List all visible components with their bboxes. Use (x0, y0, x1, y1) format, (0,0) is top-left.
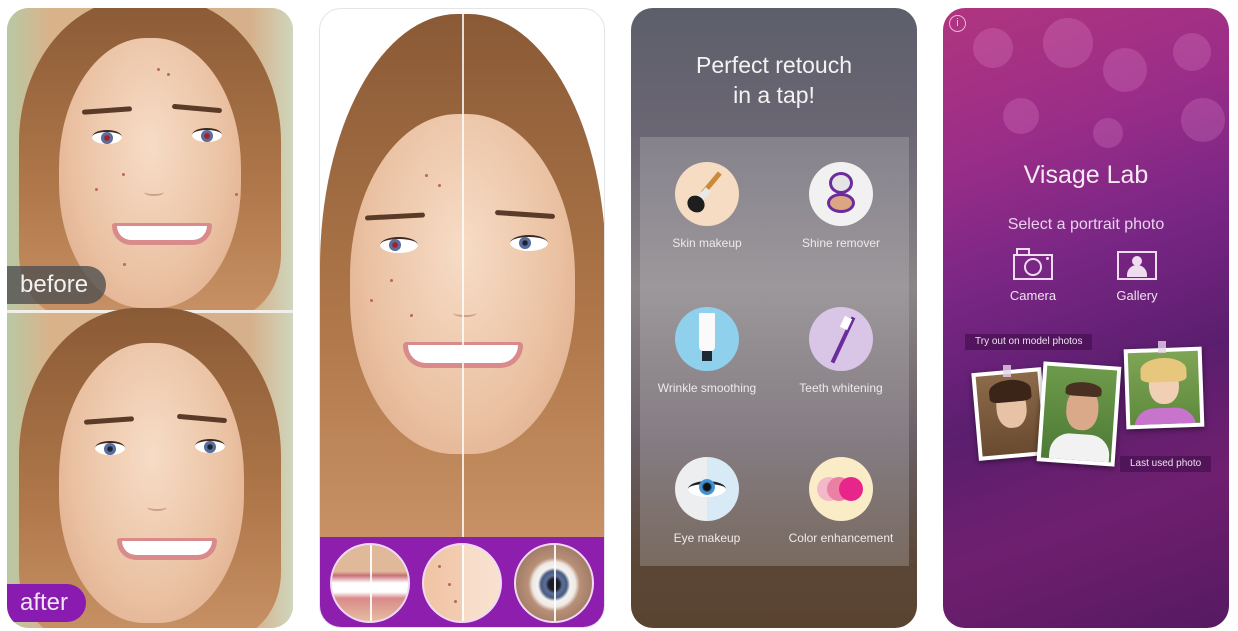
after-label: after (7, 584, 87, 622)
photo-pin (1003, 365, 1011, 377)
bokeh (1173, 33, 1211, 71)
bokeh (1093, 118, 1123, 148)
title-line-2: in a tap! (733, 82, 815, 108)
feature-eye-makeup[interactable]: Eye makeup (640, 457, 774, 545)
visage-lab-home-panel: i Visage Lab Select a portrait photo Cam… (943, 8, 1229, 628)
features-title: Perfect retouch in a tap! (631, 50, 917, 110)
info-icon[interactable]: i (949, 15, 966, 32)
makeup-brush-icon (675, 162, 739, 226)
feature-skin-makeup[interactable]: Skin makeup (640, 162, 774, 250)
camera-button[interactable]: Camera (998, 248, 1068, 303)
split-divider-line[interactable] (462, 9, 464, 541)
feature-label: Eye makeup (673, 531, 741, 545)
bokeh (1043, 18, 1093, 68)
model-photo-man[interactable] (1036, 361, 1122, 467)
feature-label: Teeth whitening (799, 381, 883, 395)
bokeh (1103, 48, 1147, 92)
features-card: Skin makeup Shine remover Wrinkle smooth… (640, 137, 909, 566)
cream-tube-icon (675, 307, 739, 371)
feature-wrinkle-smoothing[interactable]: Wrinkle smoothing (640, 307, 774, 395)
teeth-comparison-circle (330, 543, 410, 623)
gallery-button[interactable]: Gallery (1102, 248, 1172, 303)
eye-icon (675, 457, 739, 521)
feature-color-enhancement[interactable]: Color enhancement (774, 457, 908, 545)
features-panel: Perfect retouch in a tap! Skin makeup Sh… (631, 8, 917, 628)
last-used-callout: Last used photo (1120, 456, 1212, 472)
feature-label: Skin makeup (672, 236, 742, 250)
bokeh (973, 28, 1013, 68)
powder-compact-icon (809, 162, 873, 226)
app-title: Visage Lab (1023, 161, 1149, 189)
bokeh (1181, 98, 1225, 142)
toothbrush-icon (809, 307, 873, 371)
before-label: before (7, 266, 107, 304)
feature-label: Shine remover (801, 236, 881, 250)
comparison-strip (320, 537, 604, 627)
select-photo-prompt: Select a portrait photo (1007, 216, 1165, 233)
model-photos-callout: Try out on model photos (965, 334, 1093, 350)
skin-comparison-circle (422, 543, 502, 623)
feature-shine-remover[interactable]: Shine remover (774, 162, 908, 250)
camera-label: Camera (1009, 288, 1057, 303)
eye-comparison-circle (514, 543, 594, 623)
bokeh (1003, 98, 1039, 134)
before-portrait (7, 8, 293, 318)
title-line-1: Perfect retouch (696, 52, 852, 78)
photo-pin (1158, 341, 1166, 353)
gallery-icon (1117, 248, 1157, 280)
gallery-label: Gallery (1116, 288, 1158, 303)
split-comparison-panel (319, 8, 605, 628)
feature-label: Wrinkle smoothing (657, 381, 757, 395)
feature-label: Color enhancement (788, 531, 894, 545)
before-after-panel: before after (7, 8, 293, 628)
last-used-photo[interactable] (1123, 346, 1205, 430)
feature-teeth-whitening[interactable]: Teeth whitening (774, 307, 908, 395)
camera-icon (1013, 248, 1053, 280)
after-portrait (7, 308, 293, 628)
color-circles-icon (809, 457, 873, 521)
